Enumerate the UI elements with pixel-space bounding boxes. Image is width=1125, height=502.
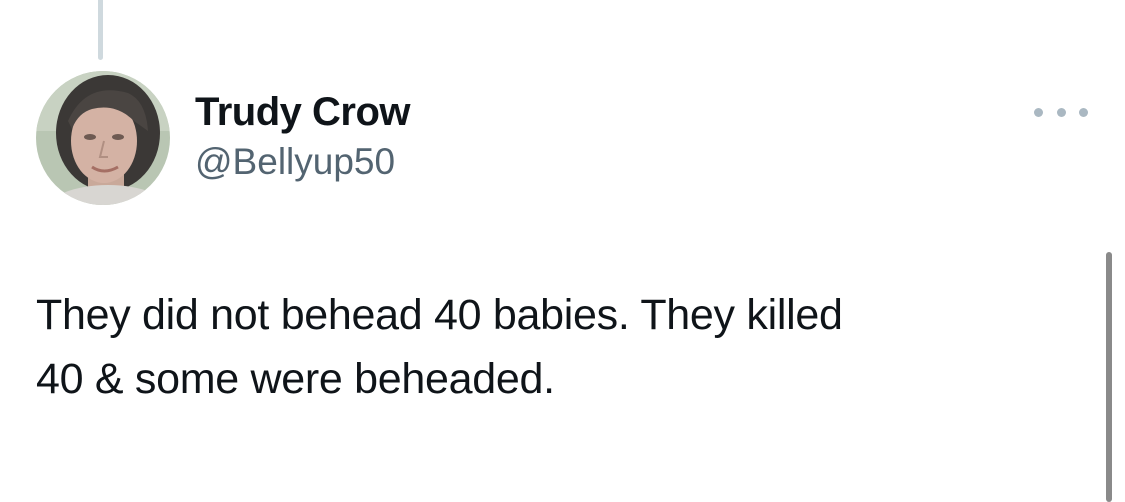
tweet-author[interactable]: Trudy Crow @Bellyup50 (195, 88, 411, 184)
author-handle[interactable]: @Bellyup50 (195, 140, 410, 184)
author-display-name[interactable]: Trudy Crow (195, 88, 411, 136)
more-horizontal-icon-dot-3 (1079, 107, 1088, 117)
avatar-photo-icon (36, 71, 170, 205)
more-horizontal-icon-dot-2 (1056, 107, 1066, 117)
more-horizontal-icon (1034, 107, 1043, 117)
tweet-text: They did not behead 40 babies. They kill… (36, 291, 843, 403)
avatar[interactable] (36, 71, 170, 205)
scrollbar-thumb[interactable] (1106, 252, 1112, 502)
thread-connector-line (98, 0, 103, 60)
more-options-button[interactable] (1034, 100, 1088, 124)
